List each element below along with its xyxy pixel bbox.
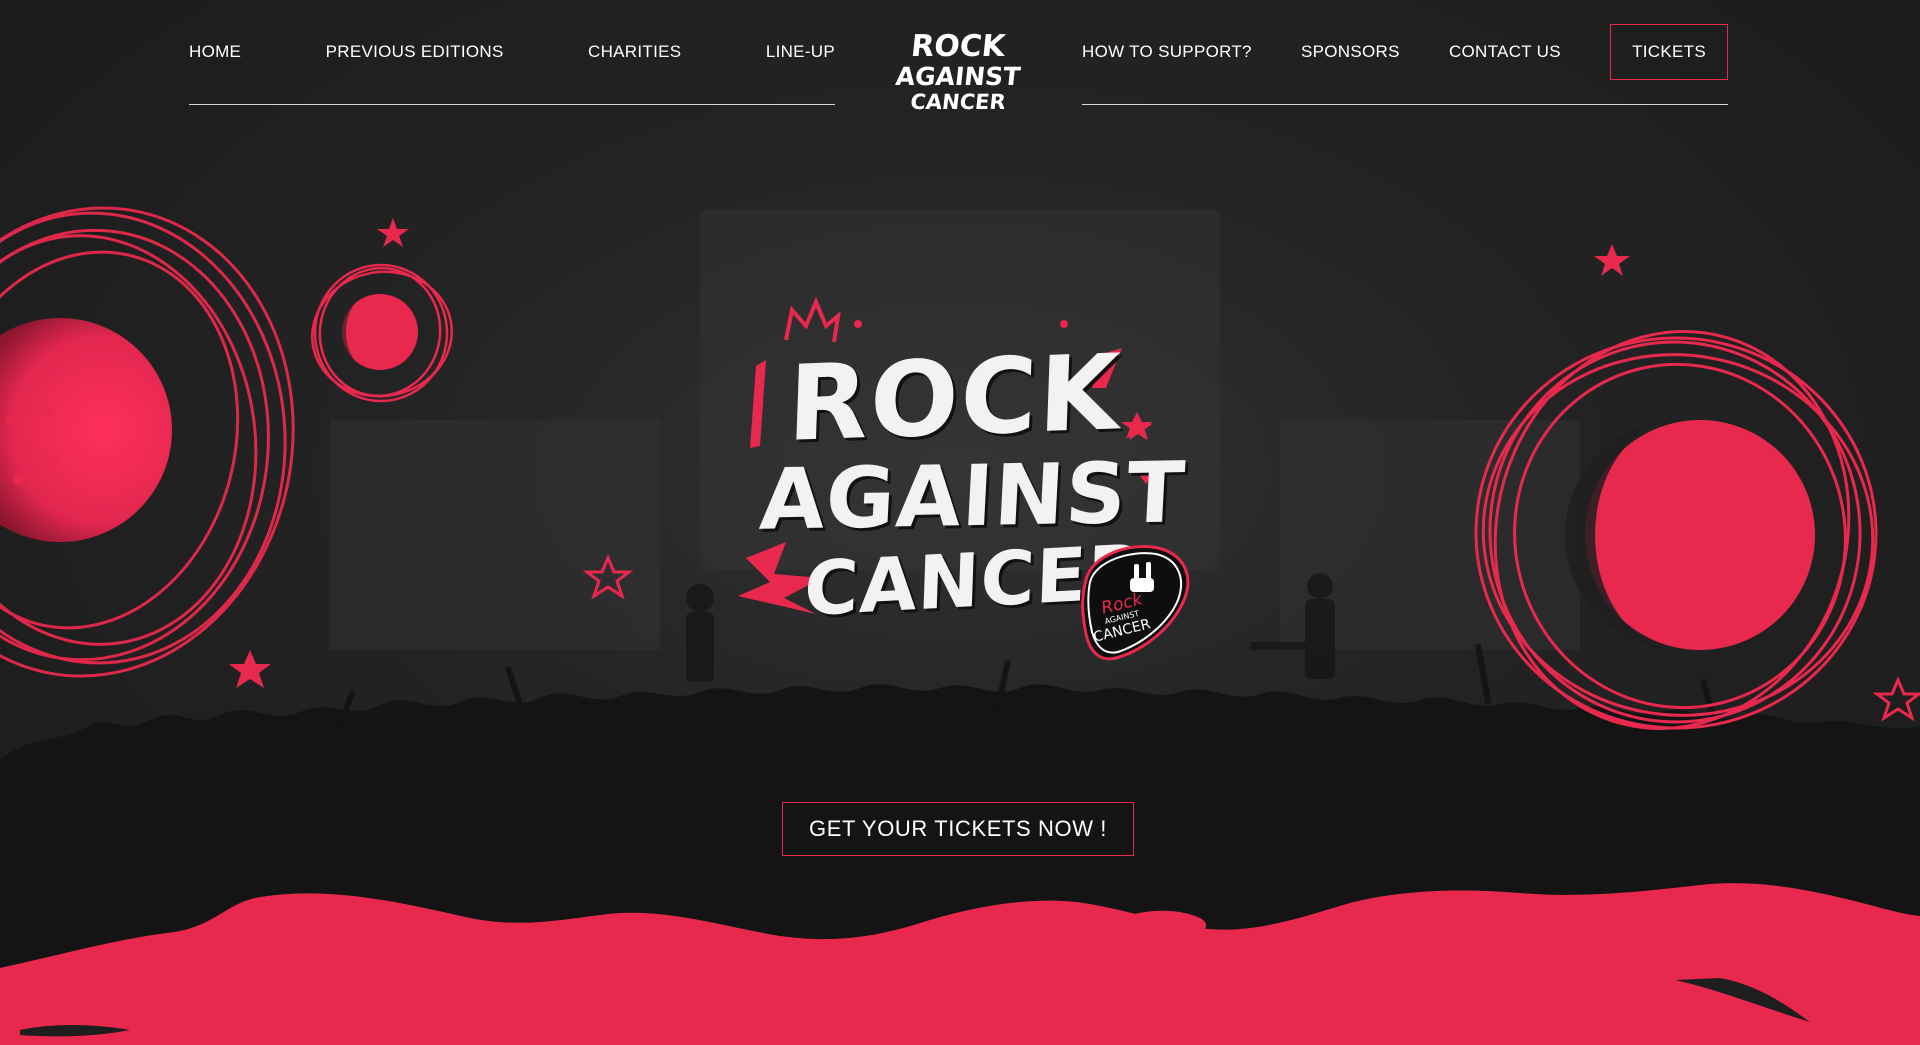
- nav-left: HOME PREVIOUS EDITIONS CHARITIES LINE-UP: [189, 0, 835, 105]
- hero-logo-against: AGAINST: [757, 443, 1188, 549]
- nav-logo-line1: ROCK: [909, 29, 1007, 64]
- get-tickets-button[interactable]: GET YOUR TICKETS NOW !: [782, 802, 1134, 856]
- crown-icon: [784, 296, 841, 343]
- nav-charities[interactable]: CHARITIES: [588, 42, 681, 62]
- nav-logo[interactable]: ROCK AGAINST CANCER: [894, 28, 1022, 124]
- nav-how-to-support[interactable]: HOW TO SUPPORT?: [1082, 42, 1252, 62]
- page: HOME PREVIOUS EDITIONS CHARITIES LINE-UP…: [0, 0, 1920, 1045]
- hero-logo-rock: ROCK: [785, 331, 1124, 465]
- nav-tickets-button[interactable]: TICKETS: [1610, 24, 1728, 80]
- nav-contact-us[interactable]: CONTACT US: [1449, 42, 1561, 62]
- nav-previous-editions[interactable]: PREVIOUS EDITIONS: [326, 42, 504, 62]
- nav-line-up[interactable]: LINE-UP: [766, 42, 835, 62]
- nav-logo-line2: AGAINST: [894, 62, 1022, 91]
- hero-logo: ROCK AGAINST CANCER Rock AGAINST CANCER: [730, 296, 1200, 661]
- nav-logo-line3: CANCER: [909, 90, 1007, 114]
- nav-right: HOW TO SUPPORT? SPONSORS CONTACT US TICK…: [1082, 0, 1728, 105]
- nav-sponsors[interactable]: SPONSORS: [1301, 42, 1400, 62]
- nav-home[interactable]: HOME: [189, 42, 241, 62]
